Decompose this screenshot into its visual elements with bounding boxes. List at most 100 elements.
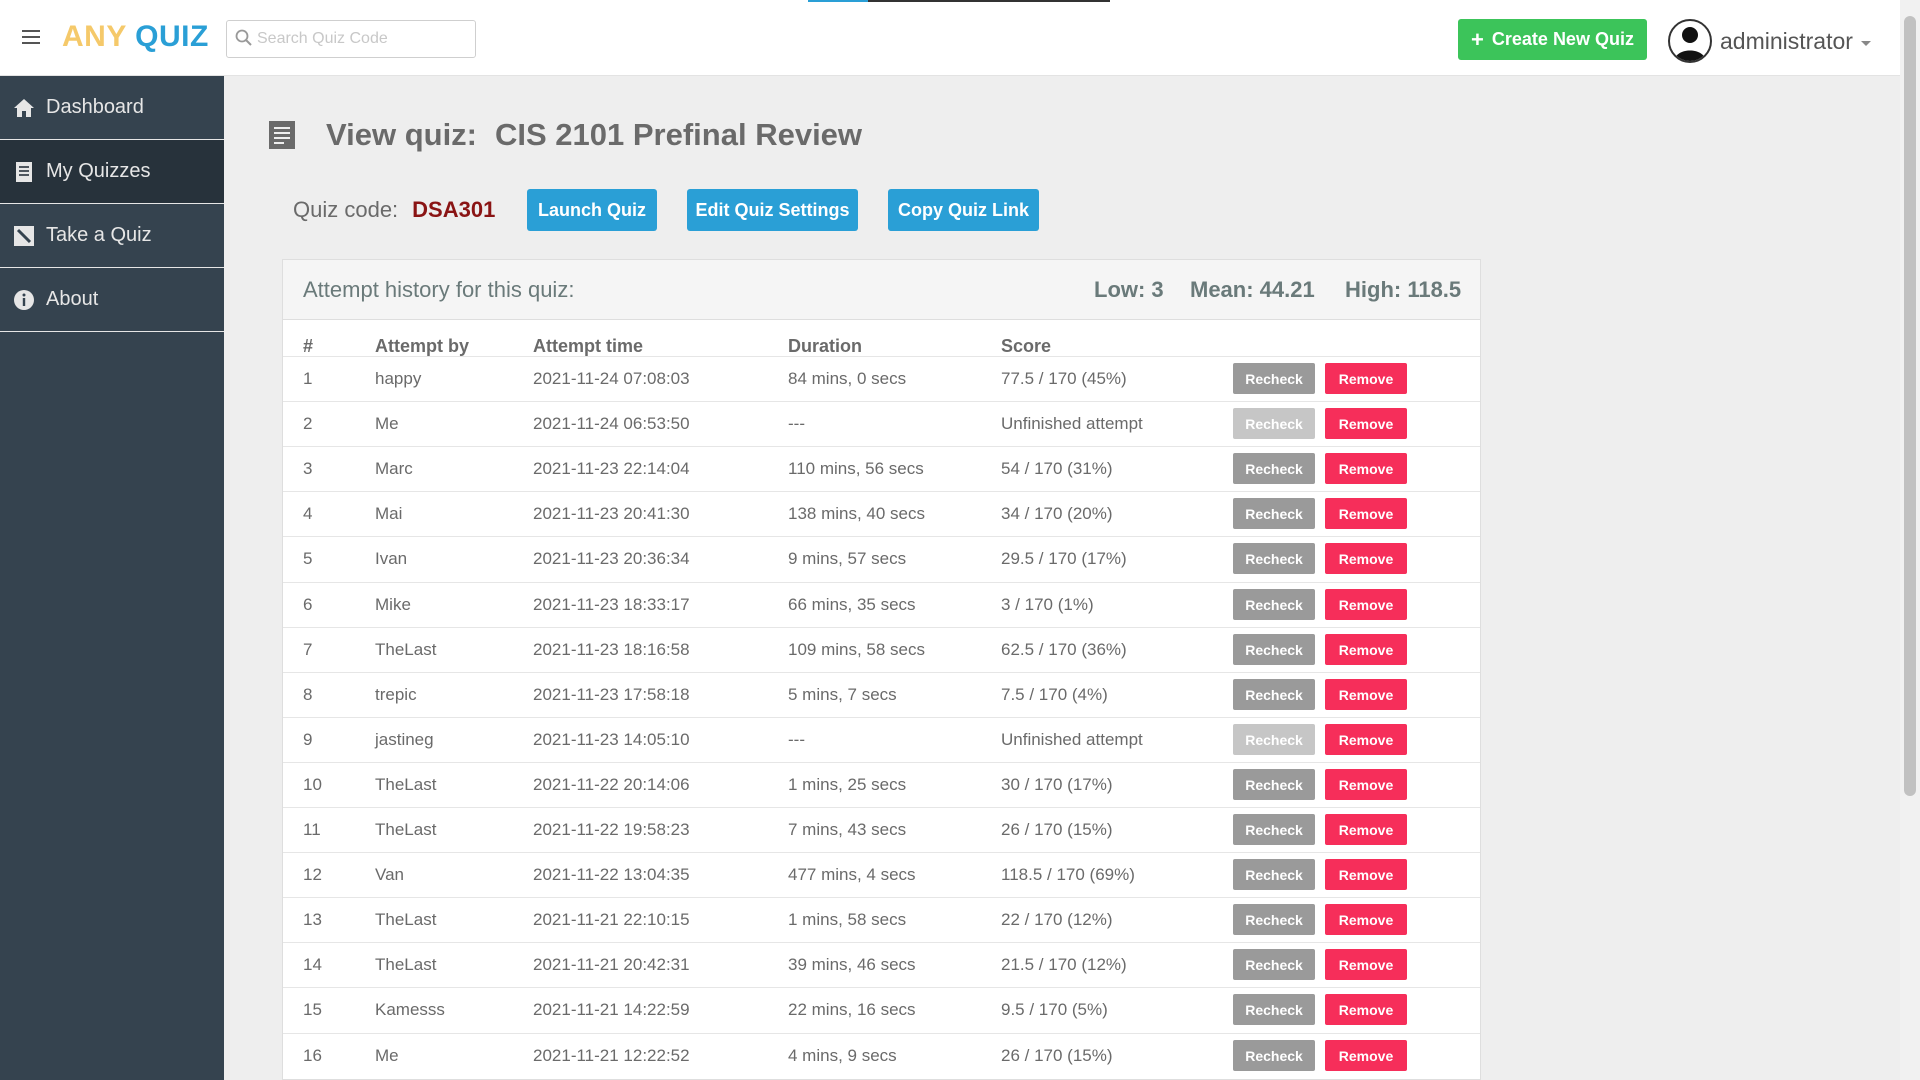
attempt-duration: 1 mins, 25 secs: [788, 775, 907, 794]
attempt-number: 3: [303, 459, 313, 478]
info-icon: [12, 288, 36, 312]
attempt-score: 77.5 / 170 (45%): [1001, 369, 1127, 388]
pencil-icon: [12, 224, 36, 248]
remove-button[interactable]: Remove: [1325, 724, 1407, 755]
remove-button[interactable]: Remove: [1325, 589, 1407, 620]
attempt-score: Unfinished attempt: [1001, 414, 1143, 433]
recheck-button[interactable]: Recheck: [1233, 859, 1315, 890]
remove-button[interactable]: Remove: [1325, 859, 1407, 890]
attempt-number: 16: [303, 1046, 322, 1065]
edit-quiz-settings-button[interactable]: Edit Quiz Settings: [687, 189, 858, 231]
attempt-by: Me: [375, 414, 399, 433]
brand-logo[interactable]: ANY QUIZ: [62, 20, 209, 54]
sidebar-item-dashboard[interactable]: Dashboard: [0, 76, 224, 140]
recheck-button[interactable]: Recheck: [1233, 769, 1315, 800]
attempt-score: 9.5 / 170 (5%): [1001, 1000, 1108, 1019]
create-new-quiz-label: Create New Quiz: [1491, 29, 1634, 49]
attempt-duration: 84 mins, 0 secs: [788, 369, 907, 388]
remove-button[interactable]: Remove: [1325, 634, 1407, 665]
attempt-time: 2021-11-21 14:22:59: [533, 1000, 690, 1019]
search-input[interactable]: [257, 27, 467, 51]
panel-header: Attempt history for this quiz: Low: 3 Me…: [283, 260, 1480, 320]
remove-button[interactable]: Remove: [1325, 498, 1407, 529]
recheck-button[interactable]: Recheck: [1233, 453, 1315, 484]
sidebar: Dashboard My Quizzes Take a Quiz About: [0, 76, 224, 1080]
attempt-by: trepic: [375, 685, 417, 704]
remove-button[interactable]: Remove: [1325, 994, 1407, 1025]
plus-icon: +: [1471, 26, 1484, 52]
attempt-score: 118.5 / 170 (69%): [1001, 865, 1135, 884]
remove-button[interactable]: Remove: [1325, 769, 1407, 800]
loading-progress-bar: [808, 0, 1110, 2]
attempt-score: 3 / 170 (1%): [1001, 595, 1094, 614]
sidebar-item-label: Take a Quiz: [46, 224, 152, 246]
attempt-by: TheLast: [375, 955, 437, 974]
recheck-button[interactable]: Recheck: [1233, 814, 1315, 845]
table-row: 14 TheLast 2021-11-21 20:42:31 39 mins, 46 …: [283, 942, 1480, 987]
remove-button[interactable]: Remove: [1325, 1040, 1407, 1071]
create-new-quiz-button[interactable]: + Create New Quiz: [1458, 19, 1647, 60]
recheck-button[interactable]: Recheck: [1233, 724, 1315, 755]
remove-button[interactable]: Remove: [1325, 814, 1407, 845]
column-header-score: Score: [1001, 336, 1052, 356]
recheck-button[interactable]: Recheck: [1233, 543, 1315, 574]
recheck-button[interactable]: Recheck: [1233, 498, 1315, 529]
chevron-down-icon: [1860, 40, 1871, 46]
recheck-button[interactable]: Recheck: [1233, 634, 1315, 665]
launch-quiz-button[interactable]: Launch Quiz: [527, 189, 657, 231]
attempt-time: 2021-11-23 18:16:58: [533, 640, 690, 659]
recheck-button[interactable]: Recheck: [1233, 679, 1315, 710]
attempt-score: 34 / 170 (20%): [1001, 504, 1113, 523]
page-scrollbar[interactable]: [1900, 0, 1920, 1080]
attempt-number: 6: [303, 595, 313, 614]
menu-toggle-icon[interactable]: [22, 30, 40, 44]
table-row: 5 Ivan 2021-11-23 20:36:34 9 mins, 57 secs 2…: [283, 536, 1480, 581]
high-score-stat: High: 118.5: [1345, 277, 1462, 302]
recheck-button[interactable]: Recheck: [1233, 1040, 1315, 1071]
attempt-time: 2021-11-24 07:08:03: [533, 369, 690, 388]
attempt-duration: 39 mins, 46 secs: [788, 955, 916, 974]
attempt-by: Van: [375, 865, 404, 884]
attempt-score: 54 / 170 (31%): [1001, 459, 1113, 478]
table-row: 8 trepic 2021-11-23 17:58:18 5 mins, 7 secs…: [283, 672, 1480, 717]
table-row: 3 Marc 2021-11-23 22:14:04 110 mins, 56 sec…: [283, 446, 1480, 491]
sidebar-item-my-quizzes[interactable]: My Quizzes: [0, 140, 224, 204]
remove-button[interactable]: Remove: [1325, 904, 1407, 935]
attempt-score: Unfinished attempt: [1001, 730, 1143, 749]
attempt-number: 8: [303, 685, 313, 704]
remove-button[interactable]: Remove: [1325, 363, 1407, 394]
search-box[interactable]: [226, 20, 476, 58]
recheck-button[interactable]: Recheck: [1233, 949, 1315, 980]
remove-button[interactable]: Remove: [1325, 949, 1407, 980]
attempt-duration: 477 mins, 4 secs: [788, 865, 916, 884]
remove-button[interactable]: Remove: [1325, 453, 1407, 484]
attempt-number: 4: [303, 504, 313, 523]
column-header-duration: Duration: [788, 336, 862, 356]
table-row: 10 TheLast 2021-11-22 20:14:06 1 mins, 25 s…: [283, 762, 1480, 807]
recheck-button[interactable]: Recheck: [1233, 994, 1315, 1025]
remove-button[interactable]: Remove: [1325, 543, 1407, 574]
scrollbar-thumb[interactable]: [1904, 16, 1916, 796]
user-name: administrator: [1720, 27, 1853, 54]
attempt-duration: ---: [788, 414, 805, 433]
table-row: 9 jastineg 2021-11-23 14:05:10 --- Unfinishe…: [283, 717, 1480, 762]
recheck-button[interactable]: Recheck: [1233, 589, 1315, 620]
remove-button[interactable]: Remove: [1325, 679, 1407, 710]
table-row: 1 happy 2021-11-24 07:08:03 84 mins, 0 secs…: [283, 356, 1480, 401]
remove-button[interactable]: Remove: [1325, 408, 1407, 439]
recheck-button[interactable]: Recheck: [1233, 904, 1315, 935]
user-menu[interactable]: administrator: [1668, 19, 1871, 63]
sidebar-item-take-a-quiz[interactable]: Take a Quiz: [0, 204, 224, 268]
sidebar-item-about[interactable]: About: [0, 268, 224, 332]
sidebar-item-label: About: [46, 288, 99, 310]
attempt-score: 22 / 170 (12%): [1001, 910, 1113, 929]
attempt-duration: 1 mins, 58 secs: [788, 910, 907, 929]
sidebar-item-label: My Quizzes: [46, 160, 151, 182]
copy-quiz-link-button[interactable]: Copy Quiz Link: [888, 189, 1039, 231]
recheck-button[interactable]: Recheck: [1233, 363, 1315, 394]
attempt-time: 2021-11-23 14:05:10: [533, 730, 690, 749]
attempt-duration: 22 mins, 16 secs: [788, 1000, 916, 1019]
attempt-time: 2021-11-23 18:33:17: [533, 595, 690, 614]
recheck-button[interactable]: Recheck: [1233, 408, 1315, 439]
document-icon: [12, 160, 36, 184]
